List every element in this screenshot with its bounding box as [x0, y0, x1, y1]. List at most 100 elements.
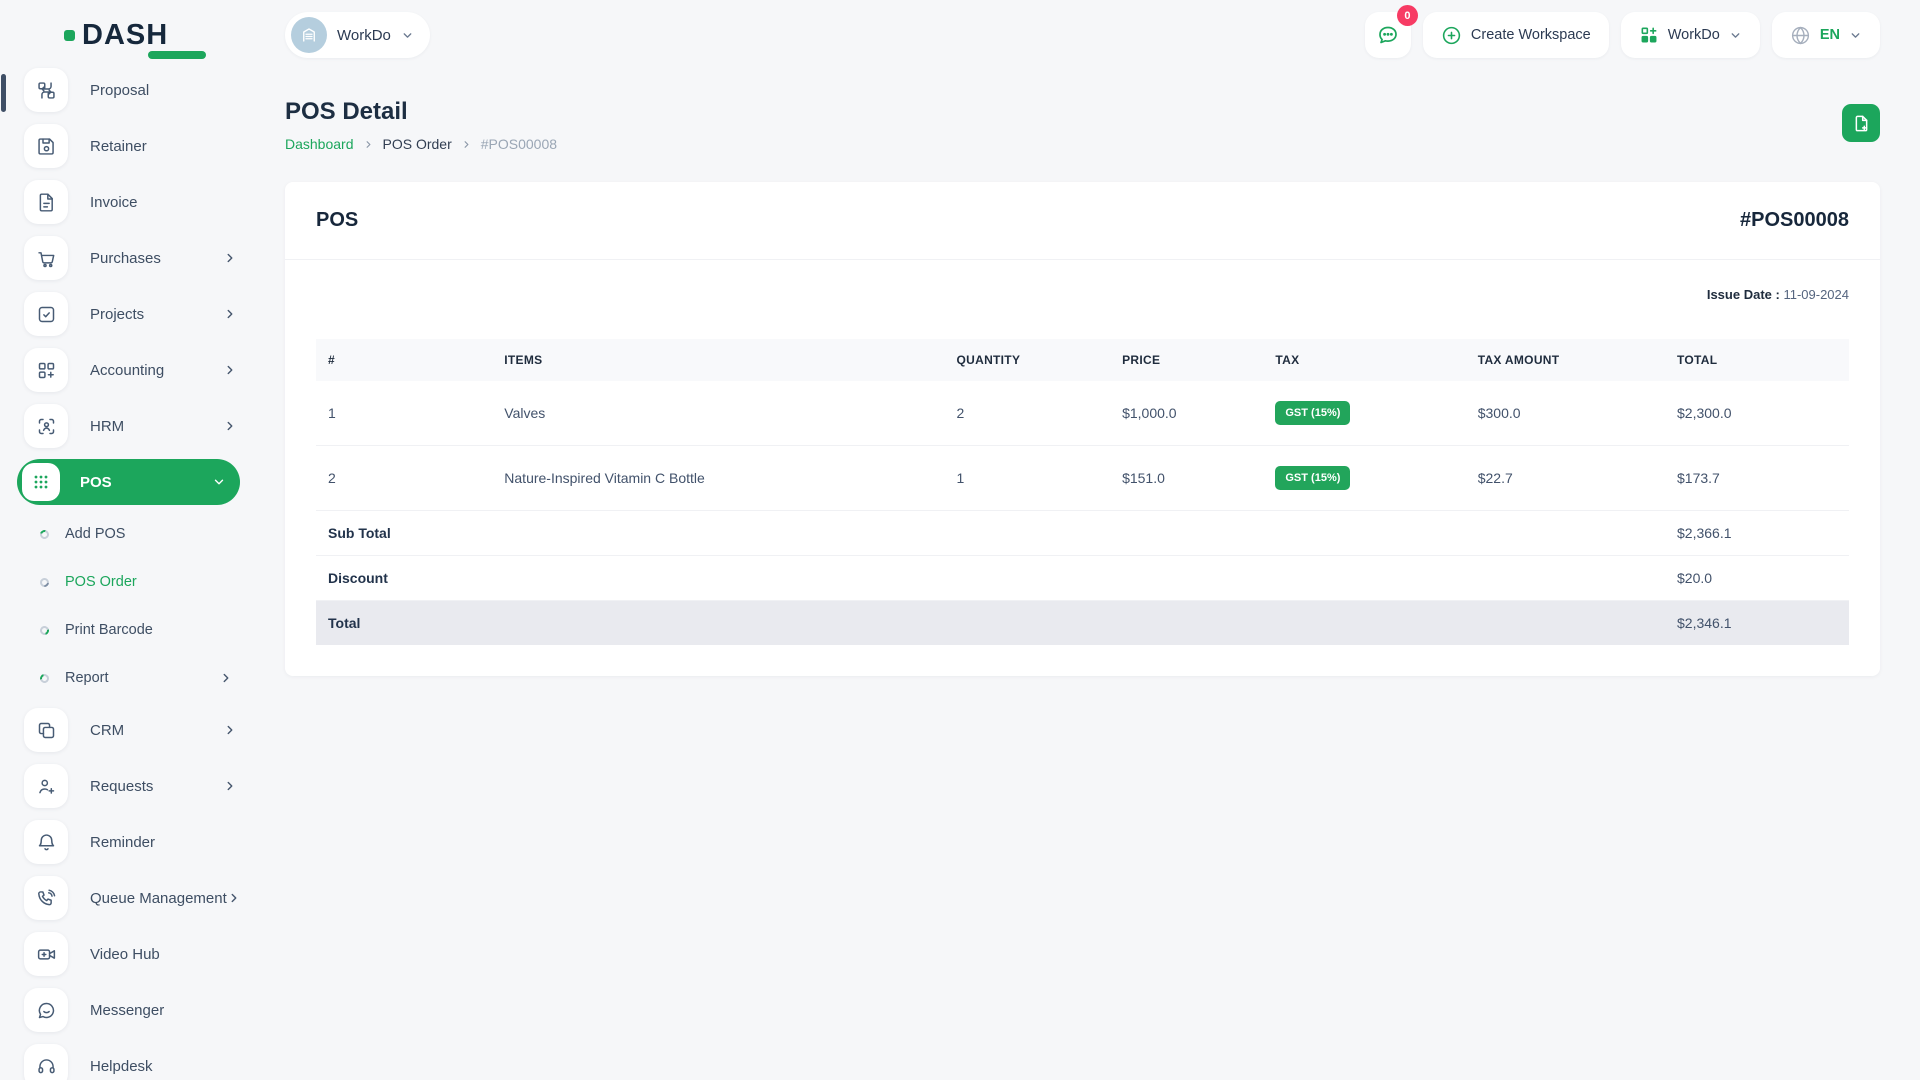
- sidebar-item-requests[interactable]: Requests: [0, 758, 257, 814]
- projects-icon: [24, 292, 68, 336]
- breadcrumb-dashboard-link[interactable]: Dashboard: [285, 136, 354, 152]
- brand-logo[interactable]: DASH: [0, 19, 257, 59]
- company-menu-button[interactable]: WorkDo: [1620, 12, 1760, 58]
- workspace-name: WorkDo: [337, 26, 391, 44]
- subtotal-value: $2,366.1: [1665, 510, 1849, 556]
- invoice-icon: [24, 180, 68, 224]
- sidebar-item-label: Queue Management: [90, 889, 227, 907]
- col-quantity: QUANTITY: [944, 339, 1111, 381]
- sidebar-item-video-hub[interactable]: Video Hub: [0, 926, 257, 982]
- grid-plus-icon: [1641, 27, 1657, 43]
- sidebar-item-helpdesk[interactable]: Helpdesk: [0, 1038, 257, 1080]
- col-tax-amount: TAX AMOUNT: [1465, 339, 1665, 381]
- sidebar-subitem-label: Report: [65, 670, 109, 686]
- total-value: $2,346.1: [1665, 600, 1849, 645]
- sidebar-item-accounting[interactable]: Accounting: [0, 342, 257, 398]
- cell-tax-amount: $300.0: [1465, 381, 1665, 446]
- retainer-icon: [24, 124, 68, 168]
- sidebar-item-messenger[interactable]: Messenger: [0, 982, 257, 1038]
- cell-price: $1,000.0: [1110, 381, 1264, 446]
- total-label: Total: [316, 600, 493, 645]
- sidebar: Proposal Retainer Invoice Purchases Proj…: [0, 62, 257, 1080]
- logo-dash-bar: [148, 50, 206, 59]
- requests-icon: [24, 764, 68, 808]
- chevron-down-icon: [212, 475, 226, 489]
- page-header: POS Detail Dashboard POS Order #POS00008: [285, 98, 1880, 152]
- sidebar-item-reminder[interactable]: Reminder: [0, 814, 257, 870]
- sidebar-subitem-report[interactable]: Report: [0, 654, 257, 702]
- cell-number: 2: [316, 445, 493, 511]
- export-pos-button[interactable]: [1842, 104, 1880, 142]
- issue-date-label: Issue Date :: [1706, 287, 1780, 302]
- topbar: DASH WorkDo 0 Create Workspace WorkDo EN: [0, 0, 1920, 70]
- helpdesk-icon: [24, 1044, 68, 1080]
- cell-item: Nature-Inspired Vitamin C Bottle: [492, 445, 945, 511]
- chevron-right-icon: [223, 779, 237, 793]
- discount-row: Discount $20.0: [316, 555, 1849, 601]
- sidebar-item-label: Invoice: [90, 193, 138, 211]
- create-workspace-button[interactable]: Create Workspace: [1422, 12, 1609, 58]
- sidebar-item-label: Helpdesk: [90, 1057, 153, 1075]
- bullet-icon: [38, 575, 51, 589]
- discount-label: Discount: [316, 555, 493, 601]
- sidebar-item-proposal[interactable]: Proposal: [0, 62, 257, 118]
- col-price: PRICE: [1110, 339, 1264, 381]
- cell-tax: GST (15%): [1263, 445, 1466, 511]
- breadcrumb-current: #POS00008: [480, 136, 558, 152]
- sidebar-subitem-add-pos[interactable]: Add POS: [0, 510, 257, 558]
- sidebar-item-invoice[interactable]: Invoice: [0, 174, 257, 230]
- sidebar-item-label: Messenger: [90, 1001, 165, 1019]
- sidebar-item-label: Proposal: [90, 81, 150, 99]
- workspace-avatar-icon: [291, 17, 327, 53]
- cell-total: $2,300.0: [1665, 381, 1849, 446]
- chevron-right-icon: [223, 251, 237, 265]
- sidebar-item-queue-management[interactable]: Queue Management: [0, 870, 257, 926]
- cell-price: $151.0: [1110, 445, 1264, 511]
- sidebar-item-label: Retainer: [90, 137, 147, 155]
- chevron-down-icon: [1729, 29, 1742, 42]
- pos-items-table: # ITEMS QUANTITY PRICE TAX TAX AMOUNT TO…: [316, 339, 1849, 645]
- chevron-right-icon: [223, 723, 237, 737]
- col-number: #: [316, 339, 493, 381]
- sidebar-item-label: CRM: [90, 721, 125, 739]
- table-row: 1 Valves 2 $1,000.0 GST (15%) $300.0 $2,…: [316, 381, 1849, 446]
- chevron-down-icon: [401, 29, 414, 42]
- sidebar-item-projects[interactable]: Projects: [0, 286, 257, 342]
- sidebar-item-retainer[interactable]: Retainer: [0, 118, 257, 174]
- messages-button[interactable]: 0: [1364, 5, 1418, 58]
- cell-quantity: 2: [944, 381, 1111, 446]
- subtotal-label: Sub Total: [316, 510, 493, 556]
- page-title: POS Detail: [285, 98, 408, 125]
- language-label: EN: [1819, 27, 1840, 43]
- cell-tax-amount: $22.7: [1465, 445, 1665, 511]
- total-row: Total $2,346.1: [316, 600, 1849, 645]
- sidebar-subitem-label: POS Order: [65, 574, 137, 590]
- chevron-right-icon: [461, 139, 472, 150]
- chevron-right-icon: [223, 419, 237, 433]
- issue-date: Issue Date : 11-09-2024: [316, 287, 1849, 302]
- sidebar-item-crm[interactable]: CRM: [0, 702, 257, 758]
- sidebar-subitem-pos-order[interactable]: POS Order: [0, 558, 257, 606]
- messenger-icon: [24, 988, 68, 1032]
- sidebar-item-label: Video Hub: [90, 945, 160, 963]
- sidebar-item-label: Reminder: [90, 833, 156, 851]
- pos-card: POS #POS00008 Issue Date : 11-09-2024 #: [285, 182, 1880, 676]
- sidebar-item-label: POS: [80, 473, 112, 491]
- hrm-icon: [24, 404, 68, 448]
- purchases-icon: [24, 236, 68, 280]
- sidebar-item-hrm[interactable]: HRM: [0, 398, 257, 454]
- sidebar-item-label: Projects: [90, 305, 145, 323]
- create-workspace-label: Create Workspace: [1470, 27, 1591, 43]
- bullet-icon: [38, 623, 51, 637]
- video-hub-icon: [24, 932, 68, 976]
- empty-cell: [492, 510, 1665, 556]
- chevron-right-icon: [223, 307, 237, 321]
- workspace-switcher[interactable]: WorkDo: [285, 12, 430, 58]
- sidebar-subitem-print-barcode[interactable]: Print Barcode: [0, 606, 257, 654]
- pos-icon: [22, 463, 60, 501]
- discount-value: $20.0: [1665, 555, 1849, 601]
- sidebar-item-pos[interactable]: POS: [17, 459, 240, 505]
- globe-icon: [1791, 26, 1809, 44]
- sidebar-item-purchases[interactable]: Purchases: [0, 230, 257, 286]
- language-selector[interactable]: EN: [1771, 12, 1880, 58]
